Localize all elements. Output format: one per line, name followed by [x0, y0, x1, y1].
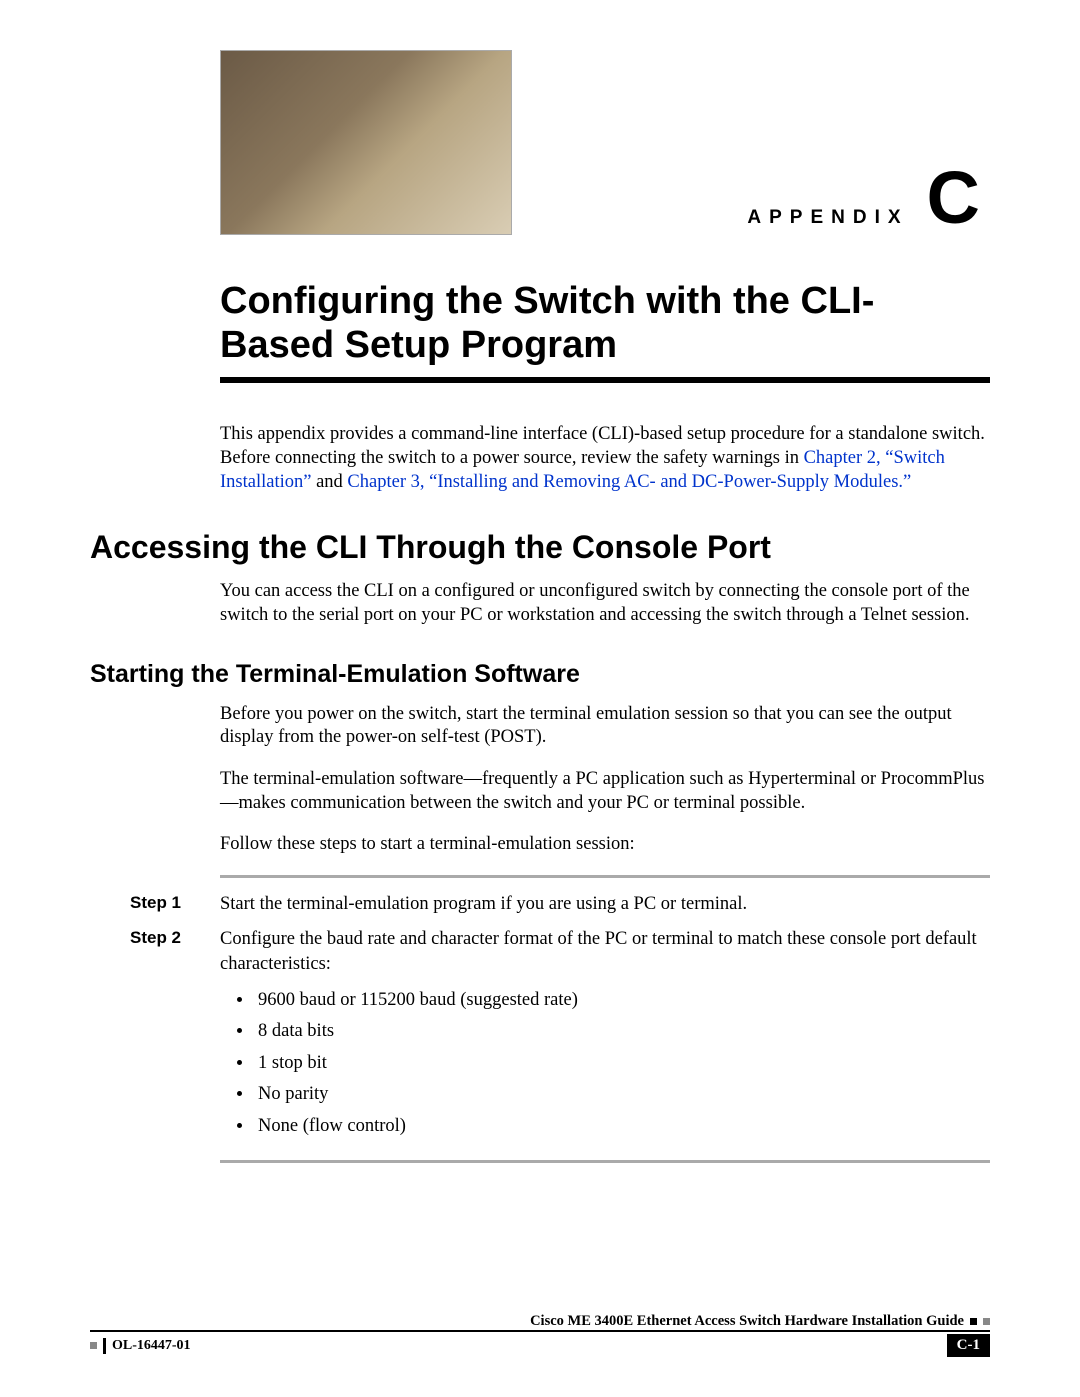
- footer-doc-number: OL-16447-01: [112, 1338, 191, 1354]
- section1-paragraph: You can access the CLI on a configured o…: [220, 580, 990, 627]
- appendix-letter: C: [927, 161, 980, 235]
- step-text: Start the terminal-emulation program if …: [220, 892, 990, 917]
- list-item: 8 data bits: [254, 1016, 990, 1047]
- section2-p1: Before you power on the switch, start th…: [220, 703, 990, 750]
- link-chapter-3[interactable]: Chapter 3, “Installing and Removing AC- …: [347, 472, 911, 492]
- list-item: 1 stop bit: [254, 1048, 990, 1079]
- step-rule-top: [220, 875, 990, 878]
- step2-text: Configure the baud rate and character fo…: [220, 929, 977, 974]
- chapter-photo: [220, 50, 512, 235]
- list-item: No parity: [254, 1079, 990, 1110]
- step-label: Step 2: [130, 927, 220, 1142]
- square-icon: [970, 1318, 977, 1325]
- list-item: 9600 baud or 115200 baud (suggested rate…: [254, 985, 990, 1016]
- page-footer: Cisco ME 3400E Ethernet Access Switch Ha…: [90, 1313, 990, 1357]
- square-icon: [983, 1318, 990, 1325]
- square-icon: [90, 1342, 97, 1349]
- step-row: Step 1 Start the terminal-emulation prog…: [130, 892, 990, 917]
- step-label: Step 1: [130, 892, 220, 917]
- subheading-terminal-emulation: Starting the Terminal-Emulation Software: [90, 660, 990, 689]
- appendix-label: APPENDIX: [747, 207, 908, 229]
- config-bullet-list: 9600 baud or 115200 baud (suggested rate…: [220, 985, 990, 1142]
- step-row: Step 2 Configure the baud rate and chara…: [130, 927, 990, 1142]
- section2-p2: The terminal-emulation software—frequent…: [220, 768, 990, 815]
- footer-guide-title: Cisco ME 3400E Ethernet Access Switch Ha…: [530, 1313, 964, 1330]
- chapter-title: Configuring the Switch with the CLI-Base…: [220, 280, 970, 367]
- title-rule: [220, 377, 990, 383]
- intro-text-b: and: [311, 472, 347, 492]
- footer-rule: [90, 1330, 990, 1332]
- page-number-badge: C-1: [947, 1334, 990, 1357]
- intro-paragraph: This appendix provides a command-line in…: [220, 423, 990, 494]
- section2-p3: Follow these steps to start a terminal-e…: [220, 833, 990, 857]
- list-item: None (flow control): [254, 1111, 990, 1142]
- bar-icon: [103, 1338, 106, 1354]
- step-text: Configure the baud rate and character fo…: [220, 927, 990, 1142]
- section-heading-access-cli: Accessing the CLI Through the Console Po…: [90, 529, 990, 566]
- step-rule-bottom: [220, 1160, 990, 1163]
